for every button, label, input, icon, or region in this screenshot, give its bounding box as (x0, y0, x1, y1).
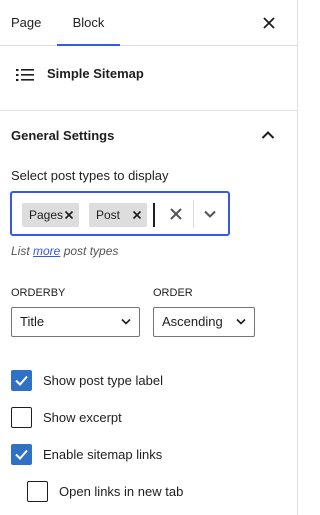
enable-sitemap-links-row: Enable sitemap links (0, 443, 297, 467)
help-text: List more post types (11, 244, 119, 258)
open-links-new-tab-row: Open links in new tab (0, 480, 297, 504)
tab-page[interactable]: Page (11, 0, 41, 46)
open-links-new-tab-checkbox[interactable] (27, 481, 48, 502)
order-select[interactable]: Ascending (153, 307, 255, 337)
show-excerpt-text[interactable]: Show excerpt (43, 410, 122, 425)
orderby-label: ORDERBY (11, 287, 66, 299)
chevron-up-icon (261, 131, 275, 139)
general-settings-panel-toggle[interactable]: General Settings (0, 112, 297, 160)
post-types-label: Select post types to display (11, 168, 169, 183)
sidebar-tabs: Page Block (0, 0, 297, 46)
block-title: Simple Sitemap (47, 66, 144, 81)
panel-title: General Settings (11, 128, 115, 143)
open-links-new-tab-text[interactable]: Open links in new tab (59, 484, 183, 499)
list-icon (16, 69, 34, 81)
sidebar-right-border (297, 0, 298, 515)
chevron-down-icon (121, 318, 131, 325)
orderby-value: Title (20, 314, 45, 329)
show-post-type-label-row: Show post type label (0, 369, 297, 393)
order-value: Ascending (162, 314, 223, 329)
chevron-down-icon (236, 318, 246, 325)
more-post-types-link[interactable]: more (33, 244, 60, 258)
orderby-select[interactable]: Title (11, 307, 140, 337)
show-excerpt-checkbox[interactable] (11, 407, 32, 428)
remove-token-icon[interactable] (132, 210, 142, 220)
clear-all-icon[interactable] (168, 206, 184, 222)
checkmark-icon (15, 375, 28, 386)
block-card: Simple Sitemap (0, 47, 297, 111)
token-field-divider (193, 200, 194, 228)
enable-sitemap-links-text[interactable]: Enable sitemap links (43, 447, 162, 462)
enable-sitemap-links-checkbox[interactable] (11, 444, 32, 465)
text-caret[interactable] (153, 203, 155, 227)
show-post-type-label-checkbox[interactable] (11, 370, 32, 391)
show-excerpt-row: Show excerpt (0, 406, 297, 430)
show-post-type-label-text[interactable]: Show post type label (43, 373, 163, 388)
close-icon (263, 17, 275, 29)
tab-block[interactable]: Block (57, 0, 120, 46)
token-label: Pages (29, 208, 64, 222)
close-sidebar-button[interactable] (259, 13, 279, 33)
post-types-token-field[interactable]: Pages Post (10, 191, 230, 236)
order-label: ORDER (153, 287, 193, 299)
checkmark-icon (15, 449, 28, 460)
remove-token-icon[interactable] (64, 210, 74, 220)
token-label: Post (96, 208, 121, 222)
token-post: Post (89, 203, 147, 227)
token-pages: Pages (22, 203, 79, 227)
active-tab-indicator (57, 44, 120, 46)
chevron-down-icon[interactable] (202, 206, 218, 222)
